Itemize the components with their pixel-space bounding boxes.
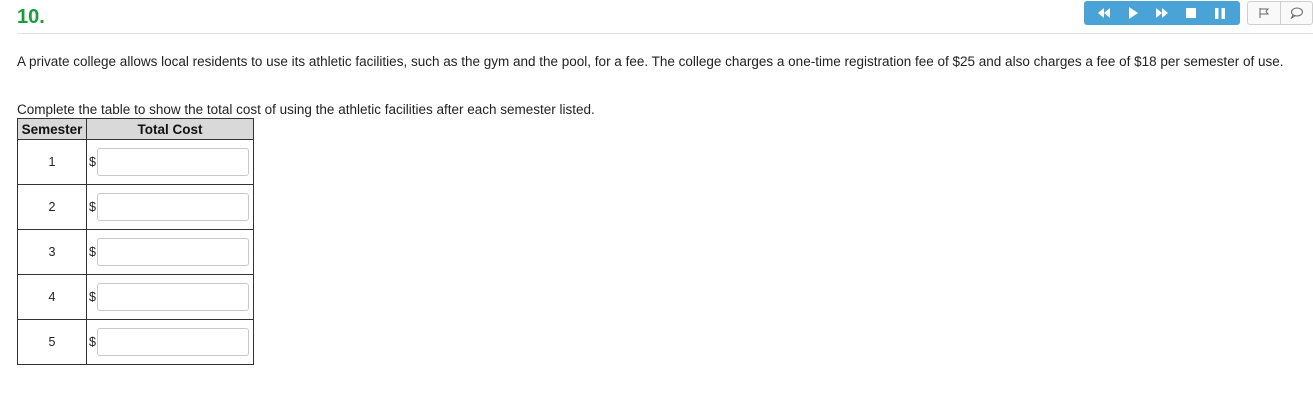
total-cost-input[interactable] xyxy=(96,148,249,176)
total-cost-input[interactable] xyxy=(96,328,249,356)
question-instruction: Complete the table to show the total cos… xyxy=(17,102,595,117)
semester-cell: 4 xyxy=(17,274,87,320)
table-row: 2 $ xyxy=(17,184,254,230)
rewind-icon[interactable] xyxy=(1095,4,1113,22)
play-icon[interactable] xyxy=(1124,4,1142,22)
table-header-row: Semester Total Cost xyxy=(17,118,254,140)
table-row: 3 $ xyxy=(17,229,254,275)
total-cost-table: Semester Total Cost 1 $ 2 $ 3 $ 4 $ 5 $ xyxy=(17,118,254,365)
total-cost-cell: $ xyxy=(86,319,254,365)
currency-symbol: $ xyxy=(89,335,96,349)
currency-symbol: $ xyxy=(89,200,96,214)
header-divider xyxy=(17,33,1313,34)
comment-icon[interactable] xyxy=(1279,2,1313,24)
semester-header: Semester xyxy=(17,118,87,140)
total-cost-header: Total Cost xyxy=(86,118,254,140)
semester-cell: 5 xyxy=(17,319,87,365)
semester-cell: 2 xyxy=(17,184,87,230)
pause-icon[interactable] xyxy=(1211,4,1229,22)
total-cost-cell: $ xyxy=(86,139,254,185)
table-row: 1 $ xyxy=(17,139,254,185)
currency-symbol: $ xyxy=(89,245,96,259)
total-cost-input[interactable] xyxy=(96,238,249,266)
stop-icon[interactable] xyxy=(1182,4,1200,22)
total-cost-input[interactable] xyxy=(96,193,249,221)
flag-icon[interactable] xyxy=(1248,2,1280,24)
question-number: 10. xyxy=(17,6,45,28)
total-cost-cell: $ xyxy=(86,274,254,320)
total-cost-cell: $ xyxy=(86,184,254,230)
question-tools xyxy=(1247,1,1313,25)
semester-cell: 1 xyxy=(17,139,87,185)
table-row: 4 $ xyxy=(17,274,254,320)
table-row: 5 $ xyxy=(17,319,254,365)
total-cost-input[interactable] xyxy=(96,283,249,311)
audio-player-controls xyxy=(1084,1,1240,25)
question-prompt: A private college allows local residents… xyxy=(17,54,1284,69)
fast-forward-icon[interactable] xyxy=(1153,4,1171,22)
currency-symbol: $ xyxy=(89,290,96,304)
total-cost-cell: $ xyxy=(86,229,254,275)
currency-symbol: $ xyxy=(89,155,96,169)
semester-cell: 3 xyxy=(17,229,87,275)
